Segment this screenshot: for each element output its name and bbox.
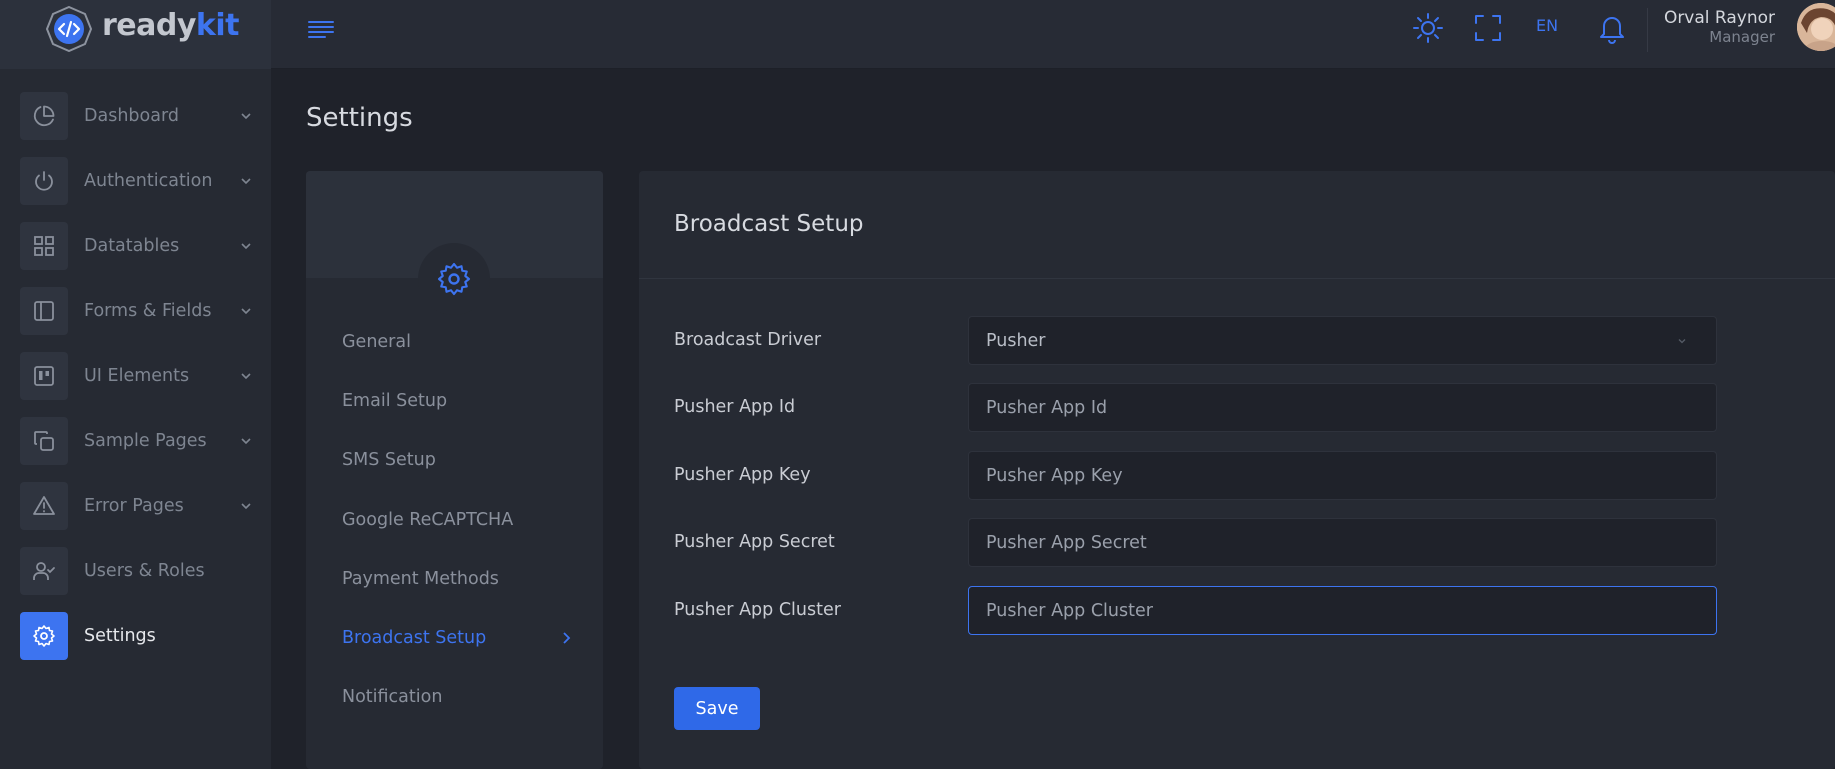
- divider: [639, 278, 1835, 279]
- sidebar-item-label: Dashboard: [84, 106, 179, 126]
- settings-nav-google-recaptcha[interactable]: Google ReCAPTCHA: [342, 510, 574, 530]
- pusher-app-id-input[interactable]: [968, 383, 1717, 432]
- bell-icon[interactable]: [1596, 12, 1628, 44]
- sidebar-item-forms-fields[interactable]: Forms & Fields: [20, 287, 255, 335]
- user-role: Manager: [1709, 28, 1775, 46]
- side-icon-box: [20, 157, 68, 205]
- sidebar-item-label: Datatables: [84, 236, 180, 256]
- menu-toggle-icon[interactable]: [307, 17, 335, 41]
- side-icon-box: [20, 482, 68, 530]
- sidebar-item-label: Authentication: [84, 171, 213, 191]
- chevron-down-icon: [241, 178, 251, 185]
- pusher-app-key-label: Pusher App Key: [674, 465, 811, 485]
- sidebar-layout-icon: [34, 301, 54, 321]
- pusher-app-secret-label: Pusher App Secret: [674, 532, 835, 552]
- side-icon-box: [20, 287, 68, 335]
- side-icon-box: [20, 222, 68, 270]
- user-check-icon: [33, 562, 55, 580]
- chevron-down-icon: [241, 113, 251, 120]
- fullscreen-icon[interactable]: [1472, 12, 1504, 44]
- logo-icon: [46, 6, 92, 52]
- page-title: Settings: [306, 103, 413, 133]
- pie-chart-icon: [33, 105, 55, 127]
- chevron-down-icon: [1678, 339, 1686, 344]
- chevron-right-icon: [563, 632, 571, 644]
- broadcast-driver-label: Broadcast Driver: [674, 330, 822, 350]
- chevron-down-icon: [241, 243, 251, 250]
- sidebar-item-label: Sample Pages: [84, 431, 207, 451]
- sidebar-item-label: Forms & Fields: [84, 301, 212, 321]
- sidebar-item-settings[interactable]: Settings: [20, 612, 255, 660]
- settings-nav-payment-methods[interactable]: Payment Methods: [342, 569, 574, 589]
- pusher-app-cluster-label: Pusher App Cluster: [674, 600, 841, 620]
- pusher-app-id-label: Pusher App Id: [674, 397, 796, 417]
- sidebar-item-label: Settings: [84, 626, 156, 646]
- sidebar-item-error-pages[interactable]: Error Pages: [20, 482, 255, 530]
- chevron-down-icon: [241, 308, 251, 315]
- settings-nav-notification[interactable]: Notification: [342, 687, 574, 707]
- settings-nav-panel: General Email Setup SMS Setup Google ReC…: [306, 171, 603, 769]
- chevron-down-icon: [241, 503, 251, 510]
- settings-nav-avatar: [418, 243, 490, 315]
- sidebar-item-sample-pages[interactable]: Sample Pages: [20, 417, 255, 465]
- sidebar-item-ui-elements[interactable]: UI Elements: [20, 352, 255, 400]
- side-icon-box: [20, 417, 68, 465]
- sidebar-item-datatables[interactable]: Datatables: [20, 222, 255, 270]
- settings-nav-sms-setup[interactable]: SMS Setup: [342, 450, 574, 470]
- chevron-down-icon: [241, 438, 251, 445]
- gear-icon: [437, 262, 471, 296]
- sidebar-item-dashboard[interactable]: Dashboard: [20, 92, 255, 140]
- trello-icon: [34, 366, 54, 386]
- sidebar-item-authentication[interactable]: Authentication: [20, 157, 255, 205]
- broadcast-driver-select[interactable]: Pusher: [968, 316, 1717, 365]
- logo-text: readykit: [102, 8, 240, 43]
- settings-nav-general[interactable]: General: [342, 332, 574, 352]
- selected-value: Pusher: [986, 330, 1046, 351]
- pusher-app-cluster-input[interactable]: [968, 586, 1717, 635]
- alert-triangle-icon: [33, 496, 55, 515]
- sidebar: Dashboard Authentication Datatables Form…: [0, 69, 271, 769]
- save-button[interactable]: Save: [674, 687, 760, 730]
- settings-nav-broadcast-setup[interactable]: Broadcast Setup: [342, 628, 574, 648]
- settings-nav-label: Broadcast Setup: [342, 628, 487, 648]
- chevron-down-icon: [241, 373, 251, 380]
- side-icon-box: [20, 547, 68, 595]
- copy-icon: [34, 431, 54, 451]
- theme-sun-icon[interactable]: [1412, 12, 1444, 44]
- avatar[interactable]: [1797, 3, 1835, 51]
- gear-icon: [33, 625, 55, 647]
- sidebar-item-users-roles[interactable]: Users & Roles: [20, 547, 255, 595]
- top-bar: readykit EN Orval Raynor Manager: [0, 0, 1835, 69]
- user-name[interactable]: Orval Raynor: [1664, 8, 1775, 28]
- sidebar-item-label: Users & Roles: [84, 561, 205, 581]
- side-icon-box: [20, 612, 68, 660]
- settings-nav-email-setup[interactable]: Email Setup: [342, 391, 574, 411]
- grid-icon: [34, 236, 54, 256]
- power-icon: [35, 171, 53, 191]
- sidebar-item-label: UI Elements: [84, 366, 190, 386]
- side-icon-box: [20, 92, 68, 140]
- divider: [1647, 8, 1648, 52]
- pusher-app-secret-input[interactable]: [968, 518, 1717, 567]
- card-title: Broadcast Setup: [674, 211, 864, 237]
- side-icon-box: [20, 352, 68, 400]
- avatar-image: [1797, 3, 1835, 51]
- pusher-app-key-input[interactable]: [968, 451, 1717, 500]
- sidebar-item-label: Error Pages: [84, 496, 184, 516]
- broadcast-setup-card: Broadcast Setup Broadcast Driver Pusher …: [639, 171, 1835, 769]
- language-selector[interactable]: EN: [1536, 16, 1558, 35]
- logo-area[interactable]: readykit: [0, 0, 271, 69]
